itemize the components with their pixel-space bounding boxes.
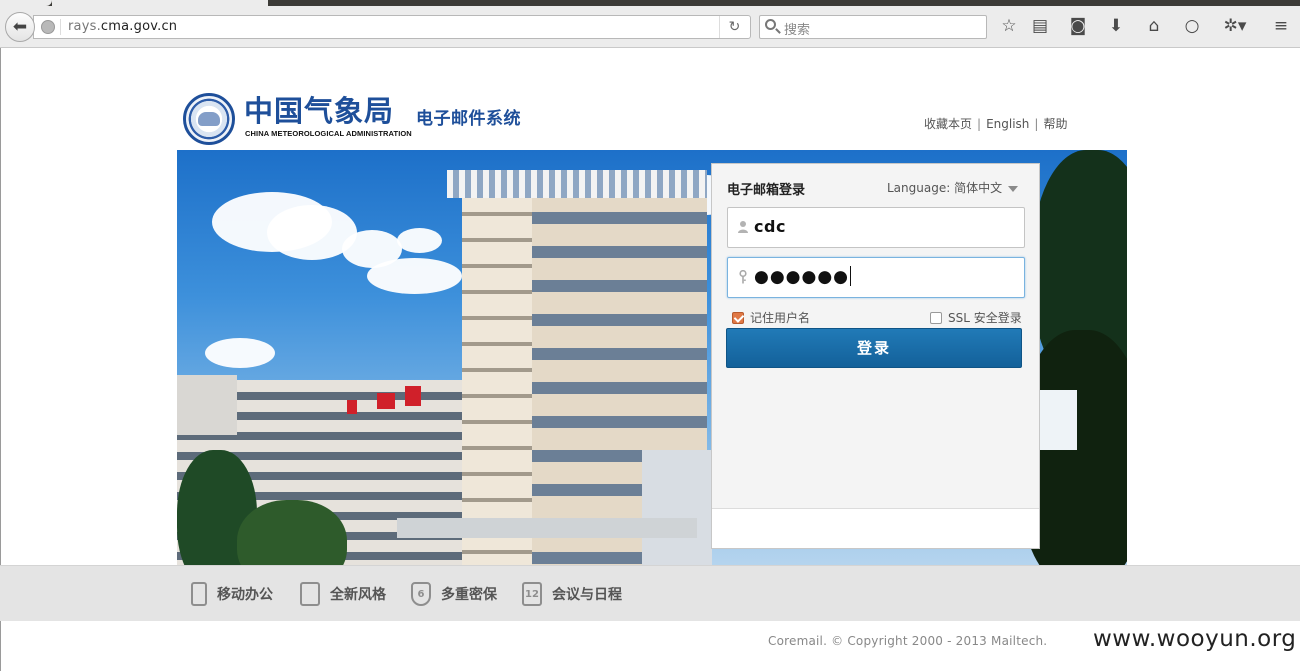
- feature-meetings[interactable]: 12 会议与日程: [522, 582, 622, 606]
- watermark: www.wooyun.org: [1093, 626, 1297, 652]
- ssl-label: SSL 安全登录: [948, 311, 1022, 325]
- style-icon: [300, 582, 320, 606]
- calendar-badge: 12: [525, 589, 539, 600]
- link-separator: |: [1034, 117, 1039, 131]
- copyright: Coremail. © Copyright 2000 - 2013 Mailte…: [768, 634, 1048, 648]
- url-host: cma.gov.cn: [100, 19, 178, 34]
- feature-label: 多重密保: [441, 587, 497, 603]
- user-icon: [738, 221, 748, 233]
- feature-multi-security[interactable]: 6 多重密保: [411, 582, 497, 606]
- ssl-login-checkbox[interactable]: SSL 安全登录: [930, 309, 1022, 326]
- reading-list-icon[interactable]: ▤: [1027, 14, 1053, 38]
- url-divider: [60, 19, 61, 35]
- bookmark-page-link[interactable]: 收藏本页: [924, 117, 972, 131]
- tab-strip: [0, 0, 1300, 6]
- url-text: rays.cma.gov.cn: [68, 19, 177, 34]
- url-bar[interactable]: rays.cma.gov.cn ↻: [33, 15, 751, 39]
- extension-icon[interactable]: ✲▾: [1217, 14, 1253, 38]
- pocket-icon[interactable]: ◙: [1065, 14, 1091, 38]
- reload-icon[interactable]: ↻: [719, 16, 749, 38]
- system-name: 电子邮件系统: [416, 109, 521, 129]
- language-selector[interactable]: Language: 简体中文: [887, 179, 1019, 196]
- tab-strip-bg: [268, 0, 1300, 6]
- globe-icon: [41, 20, 55, 34]
- browser-toolbar: rays.cma.gov.cn ↻ ⬅ 搜索 ☆ ▤ ◙ ⬇ ⌂ ○ ✲▾ ≡: [0, 0, 1300, 48]
- back-button[interactable]: ⬅: [5, 12, 35, 42]
- password-mask: ●●●●●●: [754, 266, 852, 287]
- checkbox-checked-icon: [732, 311, 744, 324]
- cloud: [397, 228, 442, 253]
- link-separator: |: [977, 117, 982, 131]
- chevron-down-icon: [1008, 185, 1019, 192]
- key-icon: [739, 270, 747, 284]
- home-icon[interactable]: ⌂: [1141, 14, 1167, 38]
- login-panel: 电子邮箱登录 Language: 简体中文 cdc ●●●●●● 记住用户名 S…: [711, 163, 1040, 549]
- remember-label: 记住用户名: [750, 311, 811, 325]
- password-field[interactable]: ●●●●●●: [727, 257, 1025, 298]
- shield-icon: 6: [411, 582, 431, 606]
- feature-mobile[interactable]: 移动办公: [191, 582, 273, 606]
- cloud: [367, 258, 462, 294]
- shield-badge: 6: [417, 589, 425, 600]
- mobile-icon: [191, 582, 207, 606]
- feature-label: 会议与日程: [552, 587, 622, 603]
- remember-username-checkbox[interactable]: 记住用户名: [732, 309, 810, 326]
- english-link[interactable]: English: [986, 117, 1029, 131]
- language-value: 简体中文: [954, 181, 1003, 195]
- password-dots: ●●●●●●: [754, 267, 850, 287]
- tab-middle: [52, 0, 268, 6]
- calendar-icon: 12: [522, 582, 542, 606]
- right-building: [1037, 390, 1077, 450]
- entrance-canopy: [397, 518, 697, 538]
- chat-bubble-icon[interactable]: ○: [1179, 14, 1205, 38]
- search-icon: [765, 19, 776, 30]
- help-link[interactable]: 帮助: [1043, 117, 1067, 131]
- username-field[interactable]: cdc: [727, 207, 1025, 248]
- text-cursor: [850, 266, 852, 286]
- tree: [237, 500, 347, 565]
- search-placeholder: 搜索: [784, 23, 811, 38]
- top-links: 收藏本页 | English | 帮助: [924, 115, 1067, 132]
- annex: [642, 450, 712, 565]
- org-name: 中国气象局: [244, 94, 395, 128]
- flag: [347, 400, 357, 414]
- menu-icon[interactable]: ≡: [1268, 14, 1294, 38]
- feature-new-style[interactable]: 全新风格: [300, 582, 386, 606]
- username-value: cdc: [754, 217, 786, 236]
- flag: [377, 393, 395, 409]
- feature-bar: 移动办公 全新风格 6 多重密保 12 会议与日程: [0, 565, 1300, 621]
- search-input[interactable]: 搜索: [759, 15, 987, 39]
- tower-side: [462, 190, 532, 565]
- arrow-left-icon: ⬅: [12, 17, 28, 37]
- feature-label: 全新风格: [330, 587, 386, 603]
- login-title: 电子邮箱登录: [727, 183, 806, 198]
- org-name-english: CHINA METEOROLOGICAL ADMINISTRATION: [245, 129, 412, 138]
- bookmark-star-icon[interactable]: ☆: [996, 14, 1022, 38]
- cma-seal-logo: [183, 93, 235, 145]
- url-prefix: rays.: [68, 19, 101, 34]
- flag: [405, 386, 421, 406]
- cloud: [205, 338, 275, 368]
- tab-left-edge: [0, 0, 52, 6]
- download-icon[interactable]: ⬇: [1103, 14, 1129, 38]
- language-label: Language:: [887, 181, 951, 195]
- login-panel-footer: [712, 508, 1039, 548]
- login-button[interactable]: 登录: [726, 328, 1022, 368]
- checkbox-unchecked-icon: [930, 311, 942, 324]
- feature-label: 移动办公: [217, 587, 273, 603]
- low-building-end: [177, 375, 237, 435]
- tower-roof-frame: [447, 170, 707, 198]
